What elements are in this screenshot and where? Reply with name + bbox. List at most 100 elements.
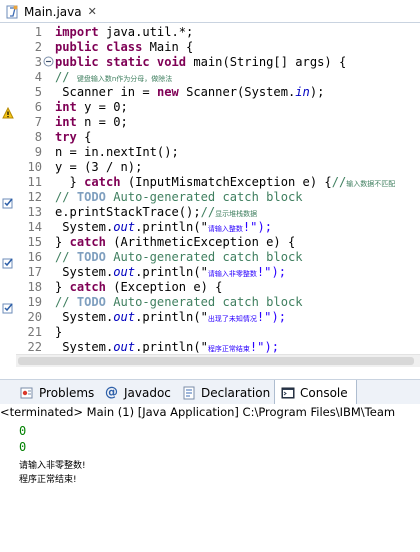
code-token: }	[55, 235, 70, 249]
line-number: 16	[27, 250, 42, 264]
code-token: n = 0;	[84, 115, 128, 129]
code-token: //	[55, 250, 77, 264]
code-line[interactable]: 2 public class Main {	[16, 40, 420, 55]
code-token: int	[55, 100, 85, 114]
warning-icon[interactable]	[2, 104, 14, 119]
code-line[interactable]: 6 int y = 0;	[16, 100, 420, 115]
fold-icon[interactable]	[43, 56, 54, 67]
tab-console[interactable]: Console	[274, 380, 357, 405]
line-number: 7	[34, 115, 42, 129]
code-token: 输入数据不匹配	[346, 180, 396, 188]
tab-javadoc[interactable]: @ Javadoc	[105, 380, 171, 405]
code-token: n = in.nextInt();	[55, 145, 179, 159]
task-icon[interactable]	[2, 254, 14, 269]
code-token: }	[55, 325, 63, 339]
code-token: main(String[] args) {	[193, 55, 347, 69]
code-token: System.	[55, 310, 114, 324]
console-line: 程序正常结束!	[19, 475, 77, 485]
code-token: Auto-generated catch block	[113, 295, 303, 309]
code-token: System.	[55, 220, 114, 234]
code-line[interactable]: 18} catch (Exception e) {	[16, 280, 420, 295]
code-token: }	[55, 175, 85, 189]
code-token: //	[55, 70, 77, 84]
code-token: 程序正常结束	[207, 345, 250, 353]
code-token: .println("	[135, 265, 208, 279]
code-line[interactable]: 20 System.out.println("出现了未知情况!");	[16, 310, 420, 325]
code-token: y = (3 / n);	[55, 160, 143, 174]
code-line[interactable]: 5 Scanner in = new Scanner(System.in);	[16, 85, 420, 100]
code-line[interactable]: 11 } catch (InputMismatchException e) {/…	[16, 175, 420, 190]
code-line[interactable]: 9 n = in.nextInt();	[16, 145, 420, 160]
tab-declaration[interactable]: Declaration	[182, 380, 270, 405]
console-line: 请输入非零整数!	[19, 461, 86, 471]
code-text: import java.util.*;	[55, 25, 193, 40]
code-line[interactable]: 10 y = (3 / n);	[16, 160, 420, 175]
code-token: Scanner(System.	[186, 85, 296, 99]
code-line[interactable]: 13 e.printStackTrace();//显示堆栈数据	[16, 205, 420, 220]
code-text: // TODO Auto-generated catch block	[55, 190, 303, 205]
code-line[interactable]: 21}	[16, 325, 420, 340]
code-text: // TODO Auto-generated catch block	[55, 295, 303, 310]
code-line[interactable]: 15} catch (ArithmeticException e) {	[16, 235, 420, 250]
code-line[interactable]: 7 int n = 0;	[16, 115, 420, 130]
line-number: 14	[27, 220, 42, 234]
javadoc-icon: @	[105, 384, 118, 400]
code-token: (ArithmeticException e) {	[113, 235, 296, 249]
code-token: TODO	[76, 190, 114, 204]
code-token: public static void	[55, 55, 194, 69]
console-output[interactable]: 0 0 请输入非零整数! 程序正常结束!	[0, 422, 420, 552]
line-number: 4	[34, 70, 42, 84]
tab-label: Declaration	[201, 385, 271, 400]
code-token: new	[156, 85, 187, 99]
code-line[interactable]: 12 // TODO Auto-generated catch block	[16, 190, 420, 205]
horizontal-scrollbar[interactable]	[16, 354, 420, 367]
code-line[interactable]: 17 System.out.println("请输入非零整数!");	[16, 265, 420, 280]
console-line: 0	[19, 424, 27, 438]
line-number: 19	[27, 295, 42, 309]
code-token: //	[55, 190, 77, 204]
tab-label: Problems	[39, 385, 95, 400]
code-line[interactable]: 14 System.out.println("请输入整数!");	[16, 220, 420, 235]
code-token: out	[113, 310, 136, 324]
code-token: );	[309, 85, 325, 99]
code-line[interactable]: 22 System.out.println("程序正常结束!");	[16, 340, 420, 353]
declaration-icon	[182, 386, 196, 400]
code-text: // TODO Auto-generated catch block	[55, 250, 303, 265]
code-token: (Exception e) {	[113, 280, 223, 294]
tab-label: Javadoc	[124, 385, 171, 400]
editor-tab-title: Main.java	[24, 4, 82, 19]
code-line[interactable]: 1 import java.util.*;	[16, 25, 420, 40]
code-line[interactable]: 16 // TODO Auto-generated catch block	[16, 250, 420, 265]
code-token: .println("	[135, 340, 208, 353]
scrollbar-thumb[interactable]	[18, 357, 414, 365]
code-text: System.out.println("程序正常结束!");	[55, 340, 279, 353]
code-text: n = in.nextInt();	[55, 145, 179, 160]
editor-tab-bar: Main.java ✕	[0, 0, 420, 23]
code-token: int	[55, 115, 85, 129]
code-token: catch	[84, 175, 128, 189]
code-token: //	[331, 175, 347, 189]
console-line: 0	[19, 440, 27, 454]
problems-icon	[20, 386, 34, 400]
tab-problems[interactable]: Problems	[20, 380, 94, 405]
code-line[interactable]: 8 try {	[16, 130, 420, 145]
task-icon[interactable]	[2, 299, 14, 314]
close-icon[interactable]: ✕	[88, 5, 97, 18]
task-icon[interactable]	[2, 194, 14, 209]
code-line[interactable]: 19 // TODO Auto-generated catch block	[16, 295, 420, 310]
code-token: Main {	[149, 40, 194, 54]
code-token: 键盘输入数n作为分母，做除法	[76, 75, 173, 83]
editor-tab-main-java[interactable]: Main.java ✕	[2, 2, 110, 21]
code-line[interactable]: 3 public static void main(String[] args) …	[16, 55, 420, 70]
code-token: //	[55, 295, 77, 309]
code-text: }	[55, 325, 62, 340]
code-line[interactable]: 4 // 键盘输入数n作为分母，做除法	[16, 70, 420, 85]
code-text: } catch (ArithmeticException e) {	[55, 235, 295, 250]
code-token: .println("	[135, 310, 208, 324]
code-token: !");	[256, 310, 287, 324]
code-token: System.	[55, 340, 114, 353]
line-number: 8	[34, 130, 42, 144]
code-token: (InputMismatchException e) {	[127, 175, 332, 189]
code-editor[interactable]: 1 import java.util.*; 2 public class Main {…	[0, 23, 420, 353]
code-text: y = (3 / n);	[55, 160, 142, 175]
